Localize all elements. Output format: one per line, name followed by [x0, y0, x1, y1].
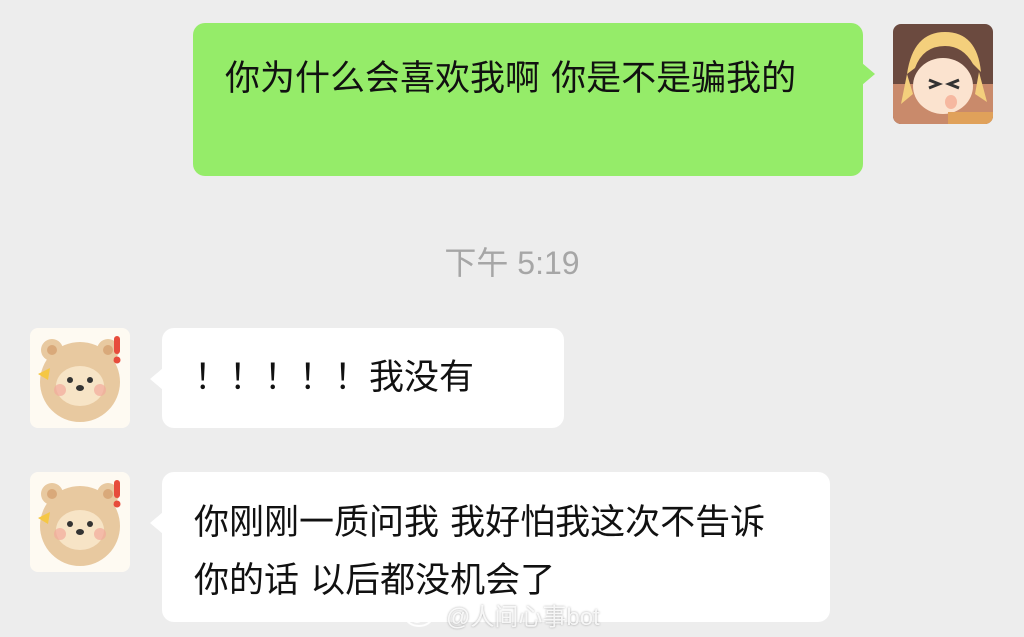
- message-text: 你刚刚一质问我 我好怕我这次不告诉你的话 以后都没机会了: [194, 503, 766, 601]
- contact-avatar[interactable]: [30, 472, 130, 572]
- watermark: @人间心事bot: [404, 596, 600, 632]
- bear-sticker-avatar-icon: [30, 472, 130, 572]
- bubble-tail: [862, 63, 875, 85]
- bubble-tail: [150, 512, 163, 534]
- outgoing-message-bubble[interactable]: 你为什么会喜欢我啊 你是不是骗我的: [193, 23, 875, 176]
- contact-avatar[interactable]: [30, 328, 130, 428]
- message-text: 你为什么会喜欢我啊 你是不是骗我的: [225, 59, 797, 99]
- bear-sticker-avatar-icon: [30, 328, 130, 428]
- watermark-text: @人间心事bot: [446, 603, 600, 631]
- anime-girl-avatar-icon: [893, 24, 993, 124]
- message-text: ！！！！！我没有: [194, 358, 475, 398]
- incoming-message-bubble[interactable]: ！！！！！我没有: [150, 328, 564, 428]
- weibo-icon: [405, 603, 437, 627]
- message-timestamp: 下午 5:19: [444, 245, 580, 281]
- bubble-tail: [150, 368, 163, 390]
- my-avatar[interactable]: [893, 24, 993, 124]
